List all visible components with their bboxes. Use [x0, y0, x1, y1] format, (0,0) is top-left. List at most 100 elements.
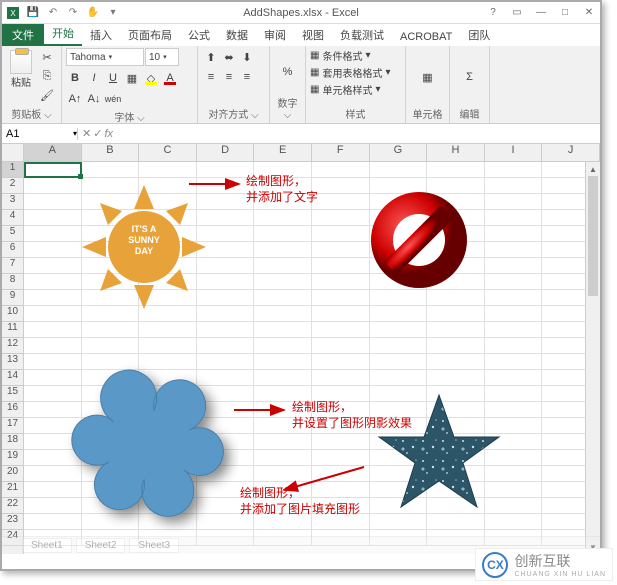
- font-combo[interactable]: Tahoma▾: [66, 48, 144, 66]
- col-header-E[interactable]: E: [254, 144, 312, 161]
- ban-shape[interactable]: [371, 192, 467, 288]
- col-header-A[interactable]: A: [24, 144, 82, 161]
- cell-styles-button[interactable]: ▦单元格样式 ▾: [310, 82, 380, 97]
- row-header-10[interactable]: 10: [2, 306, 23, 322]
- ribbon-tabs: 文件 开始 插入 页面布局 公式 数据 审阅 视图 负载测试 ACROBAT 团…: [2, 24, 600, 46]
- close-button[interactable]: ✕: [580, 5, 598, 21]
- paste-button[interactable]: 粘贴: [6, 48, 36, 91]
- group-align-label: 对齐方式 ⌵: [202, 106, 265, 121]
- font-color-button[interactable]: A: [161, 69, 179, 87]
- border-button[interactable]: ▦: [123, 69, 141, 87]
- align-center-button[interactable]: ≡: [220, 68, 238, 86]
- row-header-2[interactable]: 2: [2, 178, 23, 194]
- row-header-13[interactable]: 13: [2, 354, 23, 370]
- save-button[interactable]: 💾: [24, 4, 42, 22]
- format-table-button[interactable]: ▦套用表格格式 ▾: [310, 65, 390, 80]
- cut-button[interactable]: ✂: [38, 48, 56, 66]
- decrease-font-button[interactable]: A↓: [85, 90, 103, 108]
- row-header-19[interactable]: 19: [2, 450, 23, 466]
- sheet-tab-1[interactable]: Sheet1: [22, 538, 72, 553]
- enter-fx-button[interactable]: ✓: [93, 127, 102, 140]
- col-header-C[interactable]: C: [139, 144, 197, 161]
- col-header-G[interactable]: G: [370, 144, 428, 161]
- row-header-21[interactable]: 21: [2, 482, 23, 498]
- tab-view[interactable]: 视图: [294, 24, 332, 46]
- tab-acrobat[interactable]: ACROBAT: [392, 28, 460, 46]
- sheet-tab-2[interactable]: Sheet2: [76, 538, 126, 553]
- cells-button[interactable]: ▦: [419, 68, 437, 86]
- col-header-F[interactable]: F: [312, 144, 370, 161]
- watermark-logo: CX: [482, 552, 508, 578]
- row-header-5[interactable]: 5: [2, 226, 23, 242]
- row-header-20[interactable]: 20: [2, 466, 23, 482]
- row-header-11[interactable]: 11: [2, 322, 23, 338]
- row-header-22[interactable]: 22: [2, 498, 23, 514]
- tab-team[interactable]: 团队: [460, 24, 498, 46]
- phonetic-button[interactable]: wén: [104, 90, 122, 108]
- maximize-button[interactable]: □: [556, 5, 574, 21]
- conditional-format-button[interactable]: ▦条件格式 ▾: [310, 48, 370, 63]
- fx-button[interactable]: fx: [104, 128, 113, 140]
- touch-button[interactable]: ✋: [84, 4, 102, 22]
- row-header-8[interactable]: 8: [2, 274, 23, 290]
- title-bar: X 💾 ↶ ↷ ✋ ▾ AddShapes.xlsx - Excel ? ▭ —…: [2, 2, 600, 24]
- row-header-23[interactable]: 23: [2, 514, 23, 530]
- annotation-3: 绘制图形，并添加了图片填充图形: [240, 486, 360, 517]
- fill-color-button[interactable]: ◇: [142, 69, 160, 87]
- row-header-7[interactable]: 7: [2, 258, 23, 274]
- align-middle-button[interactable]: ⬌: [220, 48, 238, 66]
- underline-button[interactable]: U: [104, 69, 122, 87]
- select-all-corner[interactable]: [2, 144, 24, 162]
- row-header-14[interactable]: 14: [2, 370, 23, 386]
- tab-insert[interactable]: 插入: [82, 24, 120, 46]
- align-left-button[interactable]: ≡: [202, 68, 220, 86]
- format-painter-button[interactable]: 🖌: [38, 86, 56, 104]
- ribbon-display-button[interactable]: ▭: [508, 5, 526, 21]
- watermark-sub: CHUANG XIN HU LIAN: [514, 571, 606, 578]
- increase-font-button[interactable]: A↑: [66, 90, 84, 108]
- tab-home[interactable]: 开始: [44, 22, 82, 46]
- italic-button[interactable]: I: [85, 69, 103, 87]
- tab-review[interactable]: 审阅: [256, 24, 294, 46]
- tab-loadtest[interactable]: 负载测试: [332, 24, 392, 46]
- help-button[interactable]: ?: [484, 5, 502, 21]
- align-right-button[interactable]: ≡: [238, 68, 256, 86]
- tab-layout[interactable]: 页面布局: [120, 24, 180, 46]
- cloud-shape[interactable]: [72, 370, 224, 516]
- row-header-3[interactable]: 3: [2, 194, 23, 210]
- name-box[interactable]: A1▾: [2, 128, 78, 140]
- col-header-I[interactable]: I: [485, 144, 543, 161]
- minimize-button[interactable]: —: [532, 5, 550, 21]
- row-header-6[interactable]: 6: [2, 242, 23, 258]
- col-header-B[interactable]: B: [82, 144, 140, 161]
- redo-button[interactable]: ↷: [64, 4, 82, 22]
- sheet-tab-3[interactable]: Sheet3: [129, 538, 179, 553]
- row-header-16[interactable]: 16: [2, 402, 23, 418]
- watermark: CX 创新互联 CHUANG XIN HU LIAN: [475, 548, 613, 581]
- col-header-D[interactable]: D: [197, 144, 255, 161]
- number-format-button[interactable]: %: [279, 63, 297, 81]
- align-top-button[interactable]: ⬆: [202, 48, 220, 66]
- row-header-15[interactable]: 15: [2, 386, 23, 402]
- sun-text: IT'S A SUNNY DAY: [119, 224, 169, 256]
- row-header-4[interactable]: 4: [2, 210, 23, 226]
- cancel-fx-button[interactable]: ✕: [82, 127, 91, 140]
- qat-dropdown[interactable]: ▾: [104, 4, 122, 22]
- row-header-17[interactable]: 17: [2, 418, 23, 434]
- tab-data[interactable]: 数据: [218, 24, 256, 46]
- col-header-J[interactable]: J: [542, 144, 600, 161]
- annotation-2: 绘制图形，并设置了图形阴影效果: [292, 400, 412, 431]
- bold-button[interactable]: B: [66, 69, 84, 87]
- row-header-18[interactable]: 18: [2, 434, 23, 450]
- undo-button[interactable]: ↶: [44, 4, 62, 22]
- col-header-H[interactable]: H: [427, 144, 485, 161]
- editing-button[interactable]: Σ: [461, 68, 479, 86]
- font-size-combo[interactable]: 10▾: [145, 48, 179, 66]
- align-bottom-button[interactable]: ⬇: [238, 48, 256, 66]
- row-header-9[interactable]: 9: [2, 290, 23, 306]
- tab-file[interactable]: 文件: [2, 24, 44, 46]
- copy-button[interactable]: ⎘: [38, 67, 56, 85]
- row-header-1[interactable]: 1: [2, 162, 23, 178]
- tab-formulas[interactable]: 公式: [180, 24, 218, 46]
- row-header-12[interactable]: 12: [2, 338, 23, 354]
